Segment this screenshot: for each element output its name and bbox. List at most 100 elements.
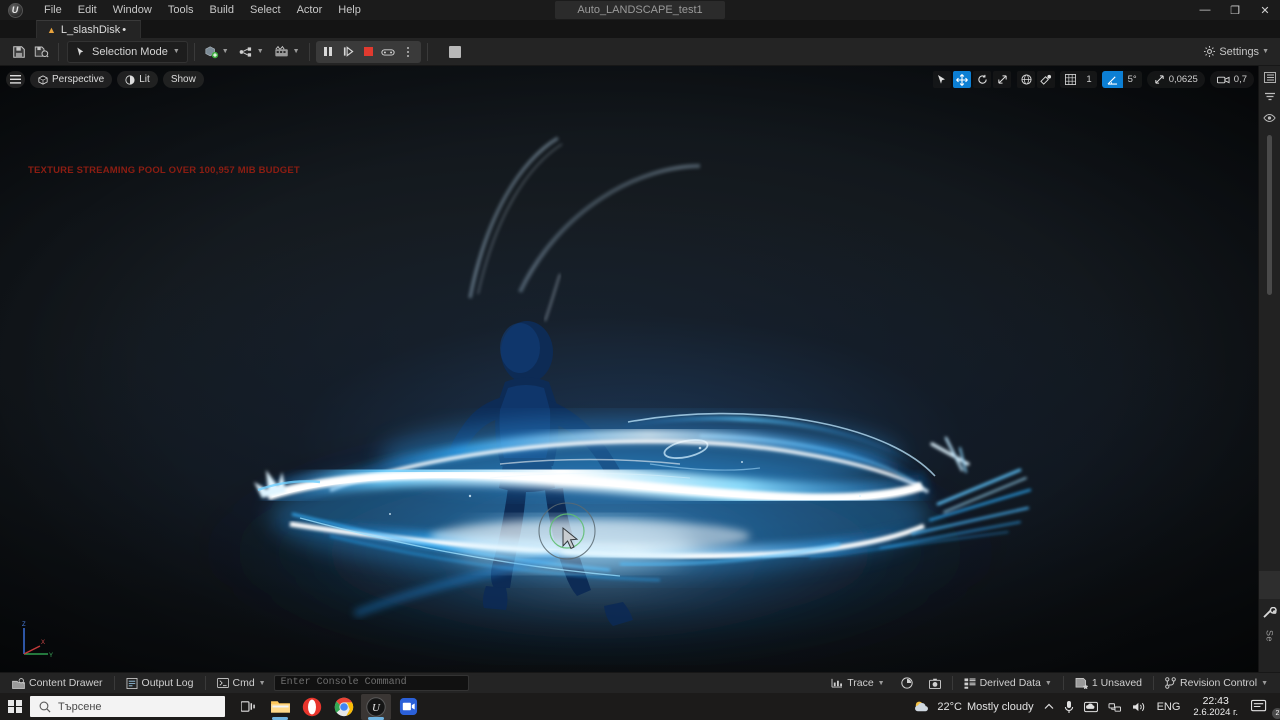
chevron-down-icon: ▼ xyxy=(1044,679,1052,687)
surface-snap-icon[interactable] xyxy=(1037,71,1056,88)
trace-dropdown[interactable]: Trace ▼ xyxy=(823,674,892,693)
taskbar-app-chrome[interactable] xyxy=(329,694,359,720)
weather-widget[interactable]: 22°C Mostly cloudy xyxy=(908,693,1038,720)
main-toolbar: Selection Mode ▼ ▼ ▼ ▼ Settings ▼ xyxy=(0,38,1280,66)
menu-item-window[interactable]: Window xyxy=(105,1,160,19)
start-button[interactable] xyxy=(0,693,30,720)
move-tool-icon[interactable] xyxy=(953,71,972,88)
viewport-viewmode-dropdown[interactable]: Lit xyxy=(117,71,158,88)
visibility-eye-icon[interactable] xyxy=(1261,109,1279,126)
chevron-down-icon: ▼ xyxy=(292,48,300,55)
eject-possess-button[interactable] xyxy=(379,43,398,61)
rotate-tool-icon[interactable] xyxy=(973,71,992,88)
tab-label: L_slashDisk xyxy=(60,23,121,36)
coordinate-system-icon[interactable] xyxy=(1017,71,1036,88)
revision-control-label: Revision Control xyxy=(1180,677,1258,689)
select-tool-icon[interactable] xyxy=(933,71,952,88)
unreal-logo-icon[interactable]: U xyxy=(0,0,30,20)
output-log-button[interactable]: Output Log xyxy=(118,674,202,693)
sidebar-panel-slot[interactable] xyxy=(1258,570,1280,599)
chevron-down-icon: ▼ xyxy=(1261,679,1268,687)
console-command-input[interactable]: Enter Console Command xyxy=(273,675,469,691)
menu-item-actor[interactable]: Actor xyxy=(289,1,331,19)
save-button[interactable] xyxy=(8,41,30,63)
taskbar-app-opera[interactable] xyxy=(297,694,327,720)
snapshot-button[interactable] xyxy=(921,674,949,693)
filter-icon[interactable] xyxy=(1261,89,1279,106)
angle-snap-icon[interactable] xyxy=(1101,71,1123,88)
title-bar: U File Edit Window Tools Build Select Ac… xyxy=(0,0,1280,20)
revision-control-dropdown[interactable]: Revision Control ▼ xyxy=(1157,674,1276,693)
details-wrench-icon[interactable] xyxy=(1261,605,1279,622)
viewport-show-dropdown[interactable]: Show xyxy=(162,71,204,88)
minimize-button[interactable]: — xyxy=(1190,0,1220,20)
chevron-down-icon: ▼ xyxy=(221,48,229,55)
windows-taskbar: Търсене U 22°C Mostly cloudy ENG 22:43 2… xyxy=(0,693,1280,720)
close-button[interactable]: ✕ xyxy=(1250,0,1280,20)
taskbar-app-media[interactable] xyxy=(393,694,423,720)
axis-label-x: X xyxy=(41,640,45,646)
taskbar-app-file-explorer[interactable] xyxy=(265,694,295,720)
perspective-label: Perspective xyxy=(52,74,105,85)
derived-data-dropdown[interactable]: Derived Data ▼ xyxy=(956,674,1060,693)
add-actor-button[interactable]: ▼ xyxy=(201,41,232,63)
pause-button[interactable] xyxy=(319,43,338,61)
settings-button[interactable]: Settings ▼ xyxy=(1200,41,1272,63)
grid-snap-group[interactable]: 1 xyxy=(1060,71,1097,88)
level-viewport[interactable]: Perspective Lit Show TEXTURE STREAMING P… xyxy=(0,66,1258,672)
notification-center-button[interactable]: 2 xyxy=(1246,693,1280,720)
onedrive-icon[interactable] xyxy=(1079,693,1103,720)
system-tray: 22°C Mostly cloudy ENG 22:43 2.6.2024 г. xyxy=(908,693,1280,720)
texture-streaming-warning: TEXTURE STREAMING POOL OVER 100,957 MIB … xyxy=(28,165,300,176)
task-view-button[interactable] xyxy=(233,694,263,720)
viewport-top-left-controls: Perspective Lit Show xyxy=(6,71,204,88)
menu-item-tools[interactable]: Tools xyxy=(160,1,202,19)
platforms-button[interactable] xyxy=(444,41,466,63)
unsaved-button[interactable]: 1 Unsaved xyxy=(1067,674,1150,693)
more-options-button[interactable] xyxy=(399,43,418,61)
profile-button[interactable] xyxy=(893,674,921,693)
maximize-button[interactable]: ❐ xyxy=(1220,0,1250,20)
grid-snap-value[interactable]: 1 xyxy=(1081,71,1096,88)
angle-snap-value[interactable]: 5° xyxy=(1123,71,1142,88)
outliner-icon[interactable] xyxy=(1261,69,1279,86)
menu-bar: File Edit Window Tools Build Select Acto… xyxy=(36,0,369,20)
window-title-text: Auto_LANDSCAPE_test1 xyxy=(555,1,725,19)
viewmode-label: Lit xyxy=(139,74,150,85)
blueprints-button[interactable]: ▼ xyxy=(236,41,267,63)
clock-widget[interactable]: 22:43 2.6.2024 г. xyxy=(1185,695,1246,718)
network-icon[interactable] xyxy=(1103,693,1127,720)
selection-mode-dropdown[interactable]: Selection Mode ▼ xyxy=(67,40,188,63)
volume-icon[interactable] xyxy=(1127,693,1152,720)
content-drawer-button[interactable]: Content Drawer xyxy=(4,674,111,693)
language-indicator[interactable]: ENG xyxy=(1152,693,1186,720)
weather-cloud-icon xyxy=(915,701,929,712)
grid-snap-icon[interactable] xyxy=(1060,71,1081,88)
microphone-icon[interactable] xyxy=(1059,693,1079,720)
scale-tool-icon[interactable] xyxy=(993,71,1012,88)
scale-snap-group[interactable]: 0,0625 xyxy=(1146,71,1205,88)
viewport-background xyxy=(0,66,1258,672)
menu-item-file[interactable]: File xyxy=(36,1,70,19)
right-sidebar: Se xyxy=(1258,66,1280,672)
search-placeholder: Търсене xyxy=(58,700,102,713)
viewport-perspective-dropdown[interactable]: Perspective xyxy=(30,71,113,88)
stop-button[interactable] xyxy=(359,43,378,61)
details-tab-label[interactable]: Se xyxy=(1265,622,1275,672)
taskbar-search-input[interactable]: Търсене xyxy=(30,696,225,717)
sidebar-scrollbar[interactable] xyxy=(1267,135,1272,295)
menu-item-select[interactable]: Select xyxy=(242,1,289,19)
save-all-button[interactable] xyxy=(30,41,52,63)
cinematics-button[interactable]: ▼ xyxy=(271,41,303,63)
angle-snap-group[interactable]: 5° xyxy=(1101,71,1142,88)
camera-speed-group[interactable]: 0,7 xyxy=(1209,71,1254,88)
menu-item-edit[interactable]: Edit xyxy=(70,1,105,19)
show-hidden-icons-button[interactable] xyxy=(1039,693,1059,720)
tab-level-slashdisk[interactable]: ▲ L_slashDisk • xyxy=(36,20,142,38)
taskbar-app-unreal-engine[interactable]: U xyxy=(361,693,391,720)
viewport-options-menu-icon[interactable] xyxy=(6,71,25,88)
frame-step-button[interactable] xyxy=(339,43,358,61)
cmd-dropdown[interactable]: Cmd ▼ xyxy=(209,674,274,693)
menu-item-help[interactable]: Help xyxy=(330,1,369,19)
menu-item-build[interactable]: Build xyxy=(202,1,242,19)
